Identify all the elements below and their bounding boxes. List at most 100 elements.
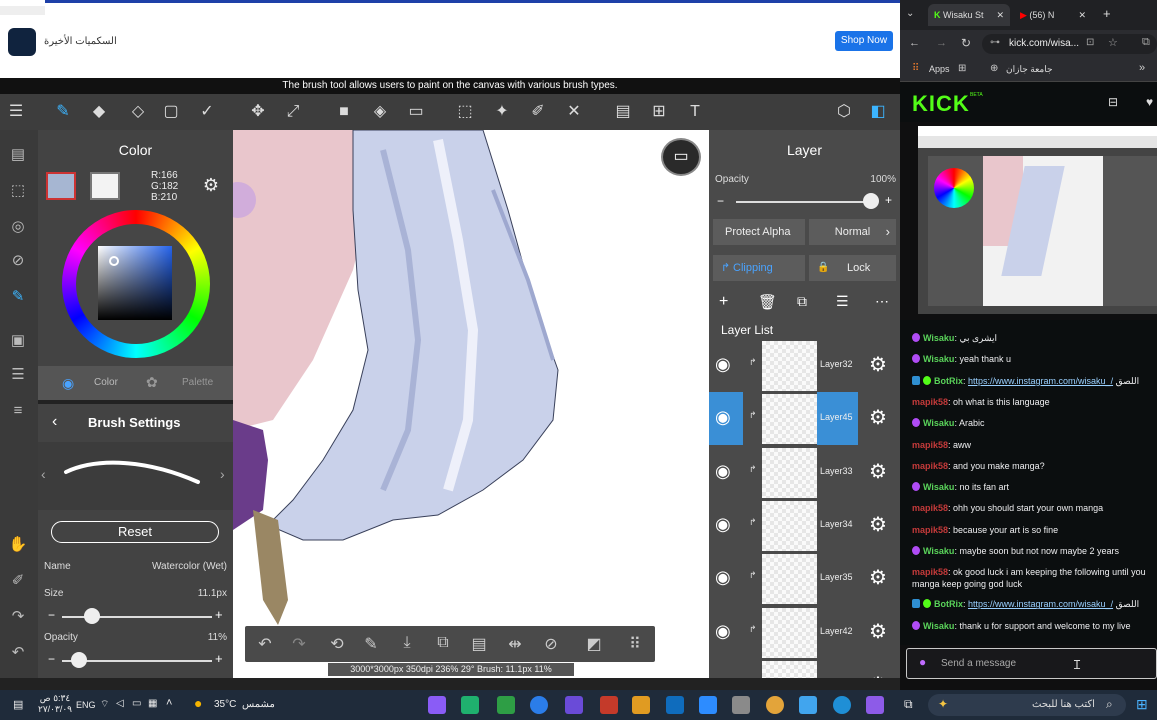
layer-settings-gear-icon[interactable]: ⚙ — [869, 459, 887, 484]
fill-color-icon[interactable]: ■ — [333, 101, 355, 123]
prev-brush-icon[interactable]: ‹ — [41, 466, 46, 482]
text-tool-icon[interactable]: T — [684, 101, 706, 123]
layer-row[interactable]: ◉ ↱ Layer45 ⚙ — [709, 392, 900, 446]
language-indicator[interactable]: ENG — [76, 700, 96, 710]
back-icon[interactable]: ← — [909, 37, 920, 49]
check-tool-icon[interactable]: ✓ — [196, 101, 218, 123]
taskbar-edge-icon[interactable] — [833, 696, 851, 714]
stream-preview[interactable] — [918, 126, 1157, 314]
tray-expand-icon[interactable]: ˄ — [166, 697, 172, 709]
fullscreen-icon[interactable]: ▭ — [661, 138, 701, 176]
materials-icon[interactable]: ⬡ — [833, 101, 855, 123]
layer-opacity-plus-icon[interactable]: + — [885, 193, 892, 207]
layer-list-menu-icon[interactable]: ☰ — [836, 293, 849, 310]
layer-row[interactable]: ◉↱Layer36⚙ — [709, 659, 900, 678]
chat-link[interactable]: https://www.instagram.com/wisaku_/ — [968, 599, 1113, 609]
task-view-icon[interactable]: ⧉ — [904, 697, 913, 712]
chat-username[interactable]: mapik58 — [912, 397, 948, 407]
size-plus-icon[interactable]: + — [215, 607, 223, 622]
list-icon[interactable]: ☰ — [7, 364, 29, 386]
taskbar-excel-icon[interactable] — [497, 696, 515, 714]
edit-icon[interactable]: ◩ — [583, 634, 605, 654]
layer-row[interactable]: ◉ ↱ Layer34 ⚙ — [709, 499, 900, 552]
gift-icon[interactable]: ⊟ — [1108, 95, 1118, 109]
layer-opacity-knob[interactable] — [863, 193, 879, 209]
pen-icon[interactable]: ✎ — [360, 634, 382, 654]
download-icon[interactable]: ⤓ — [396, 634, 418, 652]
network-icon[interactable]: ▦ — [148, 698, 157, 709]
drawing-canvas[interactable]: ▭ — [233, 130, 709, 678]
taskbar-app-12[interactable] — [799, 696, 817, 714]
hand-icon[interactable]: ✋ — [7, 534, 29, 556]
eye-visibility-icon[interactable]: ◉ — [715, 567, 731, 588]
reload-icon[interactable]: ↻ — [961, 36, 971, 50]
bookmark-grid-icon[interactable]: ⊞ — [958, 63, 966, 74]
notifications-icon[interactable]: ♥ — [1146, 95, 1153, 109]
move-tool-icon[interactable]: ✥ — [247, 101, 269, 123]
chat-username[interactable]: mapik58 — [912, 525, 948, 535]
taskbar-app-2[interactable] — [461, 696, 479, 714]
select-icon[interactable]: ⬚ — [7, 180, 29, 202]
lock-button[interactable]: 🔒 Lock — [809, 255, 896, 281]
volume-icon[interactable]: ◁ — [116, 698, 124, 709]
taskbar-app-14[interactable] — [866, 696, 884, 714]
tab-close-icon[interactable]: ✕ — [1078, 4, 1086, 26]
blur-tool-icon[interactable]: ◇ — [127, 101, 149, 123]
pages-icon[interactable]: ▤ — [7, 144, 29, 166]
navigator-icon[interactable]: ◎ — [7, 216, 29, 238]
magic-wand-icon[interactable]: ✦ — [491, 101, 513, 123]
taskbar-search[interactable]: ✦ اكتب هنا للبحث ⌕ — [928, 694, 1126, 716]
primary-color-swatch[interactable] — [46, 172, 76, 200]
frame-tool-icon[interactable]: ⊞ — [648, 101, 670, 123]
clipboard-icon[interactable]: ▤ — [468, 634, 490, 654]
layer-settings-gear-icon[interactable]: ⚙ — [869, 565, 887, 590]
taskbar-folder-icon[interactable] — [632, 696, 650, 714]
taskbar-app-4[interactable] — [530, 696, 548, 714]
layer-settings-gear-icon[interactable]: ⚙ — [869, 512, 887, 537]
weather-temp[interactable]: 35°C — [214, 699, 236, 710]
chat-username[interactable]: Wisaku — [923, 418, 954, 428]
tab-kick[interactable]: K Wisaku St ✕ — [928, 4, 1010, 26]
palette-tab[interactable]: Palette — [182, 377, 213, 388]
ad-banner[interactable]: السكميات الأخيرة Shop Now — [0, 0, 900, 78]
eye-visibility-icon[interactable]: ◉ — [715, 354, 731, 375]
eraser-tool-icon[interactable]: ◆ — [88, 101, 110, 123]
layer-opacity-slider[interactable] — [736, 201, 871, 203]
back-chevron-icon[interactable]: ‹ — [52, 413, 57, 431]
layer-row[interactable]: ◉ ↱ Layer35 ⚙ — [709, 552, 900, 605]
shop-now-button[interactable]: Shop Now — [835, 31, 893, 51]
protect-alpha-button[interactable]: Protect Alpha — [713, 219, 805, 245]
color-square-icon[interactable]: ▣ — [7, 330, 29, 352]
brush-name-value[interactable]: Watercolor (Wet) — [152, 561, 227, 572]
layer-opacity-minus-icon[interactable]: − — [717, 194, 724, 208]
translate-icon[interactable]: ⊡ — [1086, 37, 1094, 48]
eye-visibility-icon[interactable]: ◉ — [715, 514, 731, 535]
transform-icon[interactable]: ⟲ — [326, 634, 348, 654]
chat-username[interactable]: Wisaku — [923, 546, 954, 556]
undo-icon[interactable]: ↶ — [7, 642, 29, 664]
layer-settings-gear-icon[interactable]: ⚙ — [869, 405, 887, 430]
taskbar-chrome-icon[interactable] — [766, 696, 784, 714]
eye-visibility-icon[interactable]: ◉ — [715, 407, 731, 428]
chat-username[interactable]: BotRix — [934, 376, 963, 386]
bookmark-star-icon[interactable]: ☆ — [1108, 36, 1118, 49]
copy-icon[interactable]: ⧉ — [432, 634, 454, 652]
taskbar-app-5[interactable] — [565, 696, 583, 714]
blend-mode-select[interactable]: Normal › — [809, 219, 896, 245]
taskbar-outlook-icon[interactable] — [666, 696, 684, 714]
select-eraser-icon[interactable]: ✕ — [563, 101, 585, 123]
rotate-lock-icon[interactable]: ⊘ — [540, 634, 562, 654]
pen-icon[interactable]: ✎ — [7, 286, 29, 308]
opacity-minus-icon[interactable]: − — [48, 652, 55, 666]
taskbar-app-10[interactable] — [732, 696, 750, 714]
clock[interactable]: ٥:٣٤ ص ٢٧/٠٣/٠٩ — [38, 693, 72, 715]
chat-username[interactable]: BotRix — [934, 599, 963, 609]
layer-row[interactable]: ◉ ↱ Layer32 ⚙ — [709, 339, 900, 392]
bookmark-university[interactable]: جامعة جازان — [1006, 64, 1053, 75]
rectangle-tool-icon[interactable]: ▢ — [160, 101, 182, 123]
layers-icon[interactable]: ◧ — [867, 101, 889, 123]
undo-icon[interactable]: ↶ — [254, 634, 276, 654]
next-brush-icon[interactable]: › — [220, 466, 225, 482]
size-minus-icon[interactable]: − — [48, 608, 55, 622]
tab-search-icon[interactable]: ⌄ — [906, 8, 914, 19]
